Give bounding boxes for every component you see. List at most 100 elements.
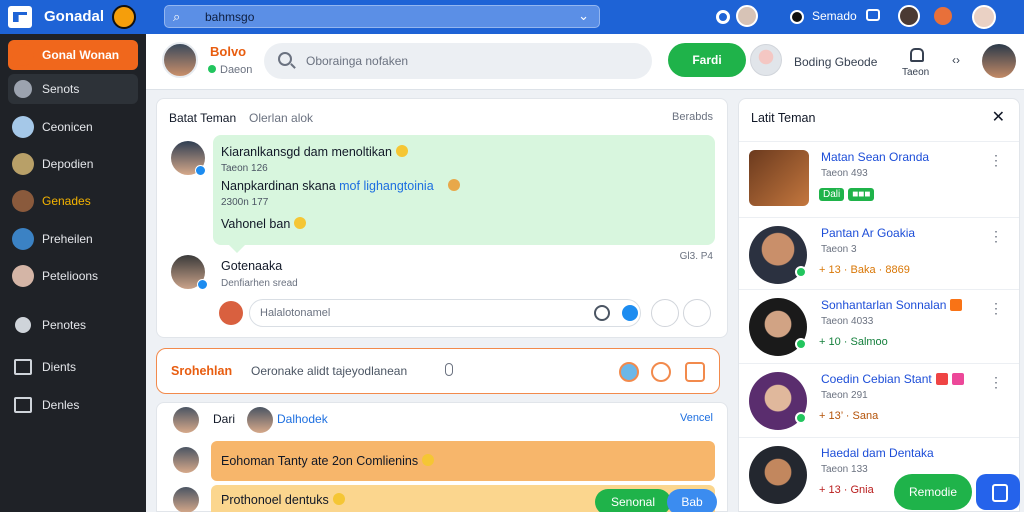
message-bubble: Kiaranlkansgd dam menoltikan Taeon 126 N…	[213, 135, 715, 253]
main-header: Bolvo Daeon Oborainga nofaken Fardi Bodi…	[146, 34, 1024, 90]
sidebar-item-ceonicen[interactable]: Ceonicen	[8, 112, 138, 142]
avatar	[749, 150, 809, 206]
friend-stat: + 13’ · Sana	[819, 410, 879, 422]
app-name: Gonadal	[44, 8, 105, 25]
reply-input[interactable]: Halalotonamel	[249, 299, 641, 327]
avatar[interactable]	[898, 5, 920, 27]
chat-title: Batat Teman	[169, 111, 237, 125]
reply-placeholder: Halalotonamel	[260, 307, 331, 319]
search-input[interactable]: Oborainga nofaken	[264, 43, 652, 79]
search-icon: ⌕	[173, 9, 181, 24]
more-icon[interactable]: ⋮	[989, 228, 1003, 245]
gift-icon[interactable]	[685, 362, 705, 382]
feed-green-button[interactable]: Senonal	[595, 489, 671, 512]
friend-item[interactable]: Pantan Ar Goakia Taeon 3 + 13 · Baka · 8…	[739, 217, 1019, 289]
verified-icon	[197, 279, 208, 290]
avatar[interactable]	[736, 5, 758, 27]
chat-filter-link[interactable]: Berabds	[672, 111, 713, 123]
sidebar-item-dients[interactable]: Dients	[8, 352, 138, 382]
emoji-icon[interactable]	[932, 5, 954, 27]
chevron-down-icon[interactable]: ⌄	[578, 8, 589, 24]
message-text: Nanpkardinan skana	[221, 179, 340, 193]
app-logo-icon[interactable]	[8, 6, 32, 28]
compose-bar[interactable]: Srohehlan Oeronake alidt tajeyodlanean	[156, 348, 720, 394]
lock-icon[interactable]	[910, 48, 924, 62]
sidebar-item-petelioons[interactable]: Petelioons	[8, 261, 138, 291]
avatar[interactable]	[750, 44, 782, 76]
avatar[interactable]	[972, 5, 996, 29]
friend-item[interactable]: Sonhantarlan Sonnalan Taeon 4033 + 10 · …	[739, 289, 1019, 361]
message-link[interactable]: mof lighangtoinia	[339, 179, 434, 193]
friend-stat: + 13 · Gnia	[819, 484, 874, 496]
friend-subtitle: Taeon 3	[821, 244, 857, 255]
sidebar-item-genades[interactable]: Genades	[8, 186, 138, 216]
send-icon[interactable]	[622, 305, 638, 321]
top-search-field[interactable]: ⌕ bahmsgo ⌄	[164, 5, 600, 28]
avatar[interactable]	[173, 407, 199, 433]
globe-icon[interactable]	[619, 362, 639, 382]
contact-label[interactable]: Boding Gbeode	[794, 55, 877, 69]
more-icon[interactable]: ⋮	[989, 374, 1003, 391]
friend-subtitle: Taeon 493	[821, 168, 868, 179]
emoji-icon	[395, 145, 408, 157]
search-placeholder: Oborainga nofaken	[306, 54, 409, 68]
attach-icon[interactable]	[651, 299, 679, 327]
profile-icon[interactable]	[790, 10, 804, 24]
emoji-icon	[422, 454, 435, 466]
emoji-icon[interactable]	[594, 305, 610, 321]
avatar[interactable]	[173, 447, 199, 473]
sidebar-item-label: Dients	[42, 360, 77, 374]
notification-icon[interactable]	[716, 10, 730, 24]
avatar	[12, 116, 34, 138]
avatar[interactable]	[162, 42, 198, 78]
friend-stat: + 13 · Baka · 8869	[819, 264, 910, 276]
sidebar-item-denles[interactable]: Denles	[8, 390, 138, 420]
home-icon	[12, 44, 34, 66]
floating-action-button[interactable]: Remodie	[894, 474, 972, 510]
feed-author-label: Dari	[213, 412, 236, 426]
compose-icon[interactable]	[976, 474, 1020, 510]
window-icon[interactable]	[866, 9, 880, 21]
avatar[interactable]	[247, 407, 273, 433]
more-icon[interactable]: ⋮	[989, 300, 1003, 317]
microphone-icon[interactable]	[445, 363, 453, 376]
settings-icon[interactable]	[683, 299, 711, 327]
close-icon[interactable]: ✕	[992, 107, 1005, 127]
top-search-text: bahmsgo	[205, 10, 255, 24]
sidebar-item-penotes[interactable]: Penotes	[8, 310, 138, 340]
feed-post[interactable]: Eohoman Tanty ate 2on Comlienins	[211, 441, 715, 481]
feed-post-label: Eohoman Tanty ate 2on Comlienins	[221, 454, 419, 468]
sidebar-item-depodien[interactable]: Depodien	[8, 149, 138, 179]
feed-view-link[interactable]: Vencel	[680, 412, 713, 424]
compose-label: Srohehlan	[171, 364, 233, 378]
avatar[interactable]	[173, 487, 199, 512]
top-bar: Gonadal ⌕ bahmsgo ⌄ Semado	[0, 0, 1024, 34]
user-label[interactable]: Semado	[812, 9, 857, 23]
friends-panel: Latit Teman ✕ Matan Sean Oranda Taeon 49…	[738, 98, 1020, 512]
feed-author-link[interactable]: Dalhodek	[277, 412, 328, 426]
message-meta: Taeon 126	[221, 163, 268, 174]
feed-card: Dari Dalhodek Vencel Eohoman Tanty ate 2…	[156, 402, 728, 512]
primary-action-button[interactable]: Fardi	[668, 43, 746, 77]
sidebar-item-senots[interactable]: Senots	[8, 74, 138, 104]
avatar	[12, 228, 34, 250]
more-icon[interactable]: ⋮	[989, 152, 1003, 169]
friend-name: Coedin Cebian Stant	[821, 372, 964, 386]
notification-badge-icon[interactable]	[112, 5, 136, 29]
sidebar-item-home[interactable]: Gonal Wonan	[8, 40, 138, 70]
code-icon[interactable]: ‹›	[952, 53, 960, 67]
friend-tag: Dali	[819, 188, 845, 201]
friend-name: Sonhantarlan Sonnalan	[821, 298, 963, 312]
friend-item[interactable]: Coedin Cebian Stant Taeon 291 + 13’ · Sa…	[739, 363, 1019, 435]
sidebar-item-label: Penotes	[42, 318, 87, 332]
sidebar-item-preheilen[interactable]: Preheilen	[8, 224, 138, 254]
message-meta: 2300n 177	[221, 197, 269, 208]
avatar	[12, 190, 34, 212]
feed-blue-button[interactable]: Bab	[667, 489, 717, 512]
friend-item[interactable]: Matan Sean Oranda Taeon 493 Dali ■■■ ⋮	[739, 141, 1019, 213]
verified-icon	[195, 165, 206, 176]
sidebar-item-label: Depodien	[42, 157, 94, 171]
avatar[interactable]	[982, 44, 1016, 78]
emoji-icon[interactable]	[651, 362, 671, 382]
online-indicator	[795, 412, 807, 424]
